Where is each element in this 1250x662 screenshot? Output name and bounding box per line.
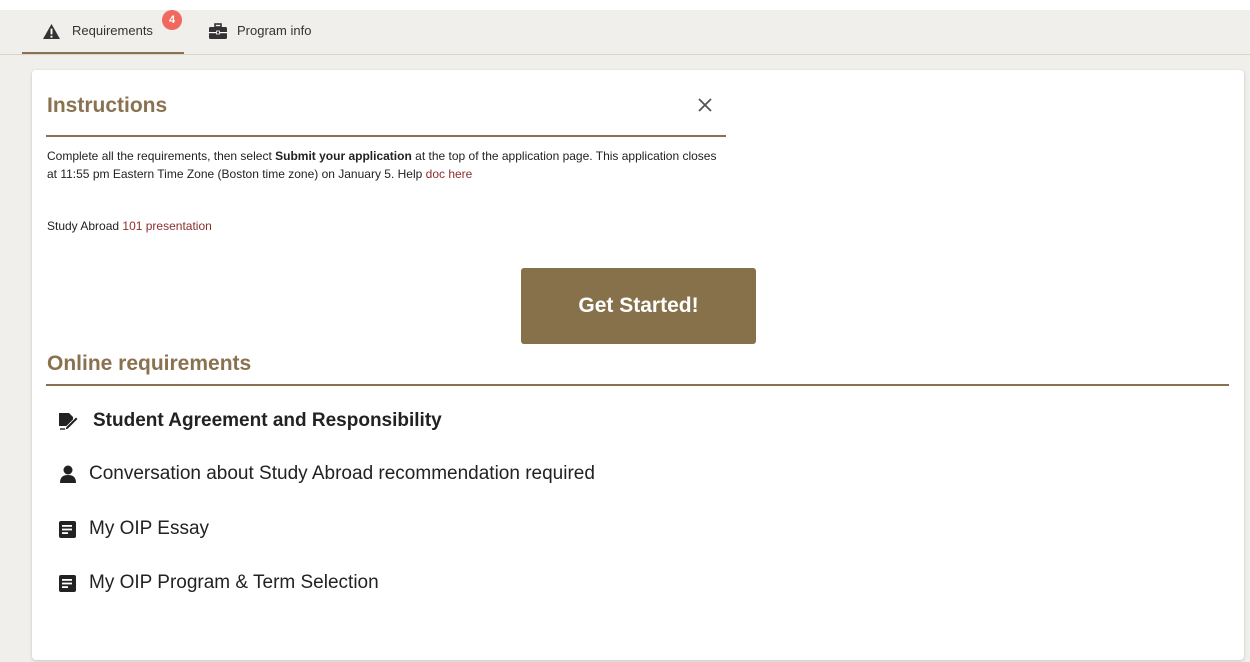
- instructions-divider: [46, 135, 726, 137]
- help-doc-link[interactable]: doc here: [426, 167, 473, 181]
- top-band: [0, 0, 1250, 10]
- requirement-label: Student Agreement and Responsibility: [93, 410, 442, 431]
- study-abroad-prefix: Study Abroad: [47, 219, 123, 233]
- requirement-label: My OIP Program & Term Selection: [89, 572, 379, 593]
- tab-program-info-label: Program info: [237, 23, 312, 38]
- requirements-count-badge: 4: [162, 10, 182, 30]
- warning-icon: [43, 23, 60, 40]
- signature-icon: [59, 413, 79, 431]
- tab-requirements-label: Requirements: [72, 23, 153, 38]
- instructions-text-part1: Complete all the requirements, then sele…: [47, 149, 276, 163]
- online-requirements-title: Online requirements: [47, 352, 252, 375]
- briefcase-icon: [209, 23, 227, 39]
- tab-bar: Requirements 4 Program info: [0, 10, 1250, 55]
- close-icon: [698, 98, 712, 112]
- online-requirements-divider: [46, 384, 1229, 386]
- form-icon: [59, 521, 76, 538]
- instructions-title: Instructions: [47, 94, 168, 117]
- instructions-text-bold: Submit your application: [275, 149, 412, 163]
- get-started-button[interactable]: Get Started!: [521, 268, 756, 344]
- requirement-item-program-term[interactable]: My OIP Program & Term Selection: [57, 570, 379, 596]
- close-instructions-button[interactable]: [694, 94, 716, 116]
- tab-requirements[interactable]: Requirements 4: [22, 10, 184, 54]
- presentation-link[interactable]: 101 presentation: [122, 219, 211, 233]
- requirement-label: My OIP Essay: [89, 518, 210, 539]
- tab-program-info[interactable]: Program info: [206, 10, 346, 52]
- study-abroad-line: Study Abroad 101 presentation: [47, 219, 212, 233]
- person-icon: [60, 465, 76, 483]
- requirement-item-student-agreement[interactable]: Student Agreement and Responsibility: [57, 408, 442, 434]
- requirement-item-essay[interactable]: My OIP Essay: [57, 516, 209, 542]
- requirement-label: Conversation about Study Abroad recommen…: [89, 463, 595, 484]
- form-icon: [59, 575, 76, 592]
- requirement-item-conversation[interactable]: Conversation about Study Abroad recommen…: [57, 461, 595, 487]
- requirements-card: Instructions Complete all the requiremen…: [32, 70, 1244, 660]
- instructions-text: Complete all the requirements, then sele…: [47, 147, 727, 183]
